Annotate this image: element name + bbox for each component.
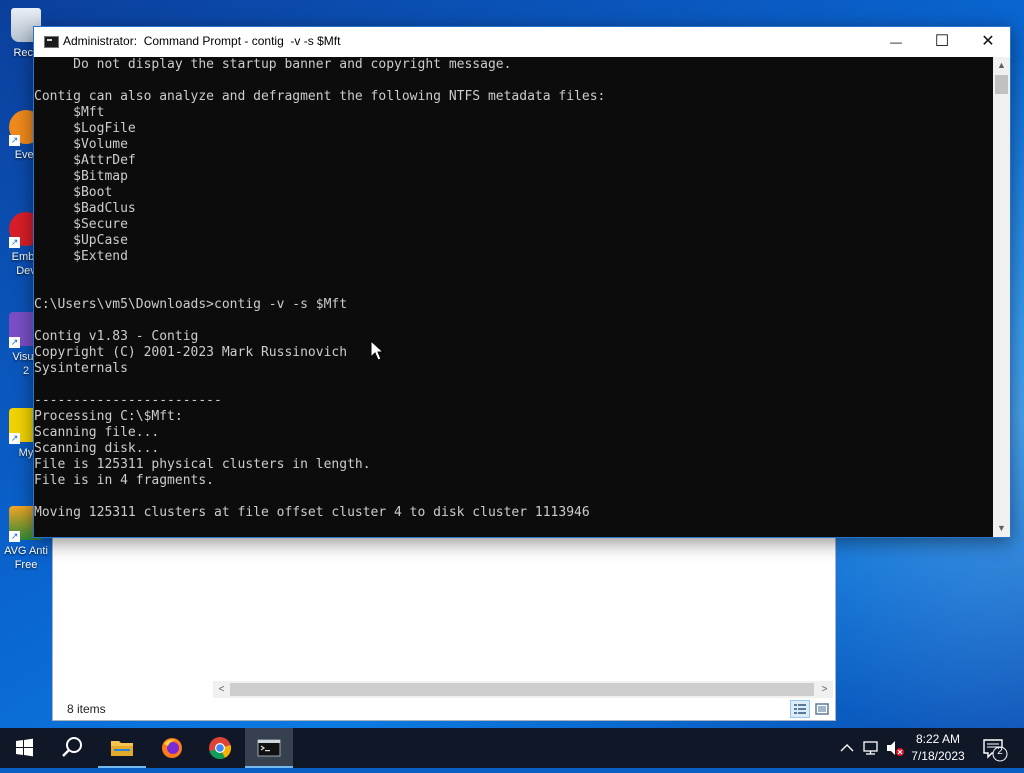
console-line: Sysinternals — [34, 361, 128, 376]
taskbar-command-prompt[interactable] — [245, 728, 293, 768]
shortcut-arrow-icon: ↗ — [9, 433, 20, 444]
console-line: File is 125311 physical clusters in leng… — [34, 457, 371, 472]
notification-icon — [983, 739, 1008, 762]
taskbar: 8:22 AM 7/18/2023 2 — [0, 728, 1024, 768]
shortcut-arrow-icon: ↗ — [9, 337, 20, 348]
scrollbar-thumb[interactable] — [230, 683, 814, 696]
console-line: Copyright (C) 2001-2023 Mark Russinovich — [34, 345, 348, 360]
scrollbar-thumb[interactable] — [995, 75, 1008, 94]
window-title: Administrator: Command Prompt - contig -… — [63, 34, 341, 48]
console-output[interactable]: Do not display the startup banner and co… — [34, 57, 994, 537]
item-count-status: 8 items — [67, 702, 106, 716]
command-prompt-window[interactable]: Administrator: Command Prompt - contig -… — [33, 26, 1011, 538]
details-view-icon — [794, 704, 806, 714]
minimize-button[interactable]: — — [873, 27, 919, 57]
console-line: C:\Users\vm5\Downloads>contig -v -s $Mft — [34, 297, 348, 312]
network-icon — [863, 741, 878, 755]
start-icon — [16, 738, 33, 757]
mouse-cursor-icon — [370, 340, 385, 361]
maximize-icon: ☐ — [934, 33, 950, 50]
network-button[interactable] — [860, 728, 882, 768]
console-line: Contig v1.83 - Contig — [34, 329, 199, 344]
action-center-button[interactable]: 2 — [978, 728, 1012, 768]
console-line: Scanning file... — [34, 425, 160, 440]
show-hidden-icons-button[interactable] — [836, 728, 858, 768]
search-icon — [62, 737, 82, 757]
minimize-icon: — — [890, 35, 902, 49]
system-clock[interactable]: 8:22 AM 7/18/2023 — [898, 731, 978, 765]
console-line: $Extend — [34, 249, 128, 264]
console-line: ------------------------ — [34, 393, 222, 408]
firefox-icon — [162, 738, 182, 758]
scroll-up-icon[interactable]: ▲ — [993, 57, 1010, 74]
console-line: $AttrDef — [34, 153, 136, 168]
large-icons-view-button[interactable] — [812, 700, 832, 718]
start-button[interactable] — [0, 728, 48, 768]
clock-date: 7/18/2023 — [911, 749, 965, 763]
console-line: $Volume — [34, 137, 128, 152]
command-prompt-icon — [44, 36, 59, 48]
console-line: $Secure — [34, 217, 128, 232]
large-icons-view-icon — [815, 703, 829, 715]
console-line: Processing C:\$Mft: — [34, 409, 183, 424]
search-button[interactable] — [48, 728, 96, 768]
console-line: $Mft — [34, 105, 105, 120]
console-line: Contig can also analyze and defragment t… — [34, 89, 606, 104]
chrome-icon — [209, 737, 232, 760]
scroll-right-icon[interactable]: > — [816, 681, 833, 698]
scroll-left-icon[interactable]: < — [213, 681, 230, 698]
maximize-button[interactable]: ☐ — [919, 27, 965, 57]
title-bar[interactable]: Administrator: Command Prompt - contig -… — [34, 27, 1010, 57]
desktop-icon-label: My — [18, 447, 34, 459]
shortcut-arrow-icon: ↗ — [9, 531, 20, 542]
notification-count-badge: 2 — [997, 746, 1003, 757]
chevron-up-icon — [840, 744, 854, 752]
console-line: $BadClus — [34, 201, 136, 216]
console-line: $UpCase — [34, 233, 128, 248]
close-icon: ✕ — [981, 33, 995, 50]
console-line: File is in 4 fragments. — [34, 473, 215, 488]
vertical-scrollbar[interactable]: ▲ ▼ — [993, 57, 1010, 537]
console-line: $Boot — [34, 185, 113, 200]
details-view-button[interactable] — [790, 700, 810, 718]
command-prompt-icon — [257, 739, 281, 757]
clock-time: 8:22 AM — [915, 732, 961, 746]
file-explorer-icon — [111, 741, 133, 756]
taskbar-chrome[interactable] — [196, 728, 244, 768]
taskbar-firefox[interactable] — [148, 728, 196, 768]
horizontal-scrollbar[interactable]: < > — [213, 681, 833, 698]
close-button[interactable]: ✕ — [965, 27, 1011, 57]
scroll-down-icon[interactable]: ▼ — [993, 520, 1010, 537]
console-line: Scanning disk... — [34, 441, 160, 456]
console-line: Do not display the startup banner and co… — [34, 57, 512, 72]
console-line: $LogFile — [34, 121, 136, 136]
file-explorer-window[interactable]: < > 8 items — [52, 535, 836, 721]
shortcut-arrow-icon: ↗ — [9, 135, 20, 146]
taskbar-file-explorer[interactable] — [98, 728, 146, 768]
shortcut-arrow-icon: ↗ — [9, 237, 20, 248]
console-line: Moving 125311 clusters at file offset cl… — [34, 505, 590, 520]
console-line: $Bitmap — [34, 169, 128, 184]
console-text: Do not display the startup banner and co… — [34, 57, 605, 521]
desktop-icon-label: AVG Anti Free — [4, 545, 48, 571]
